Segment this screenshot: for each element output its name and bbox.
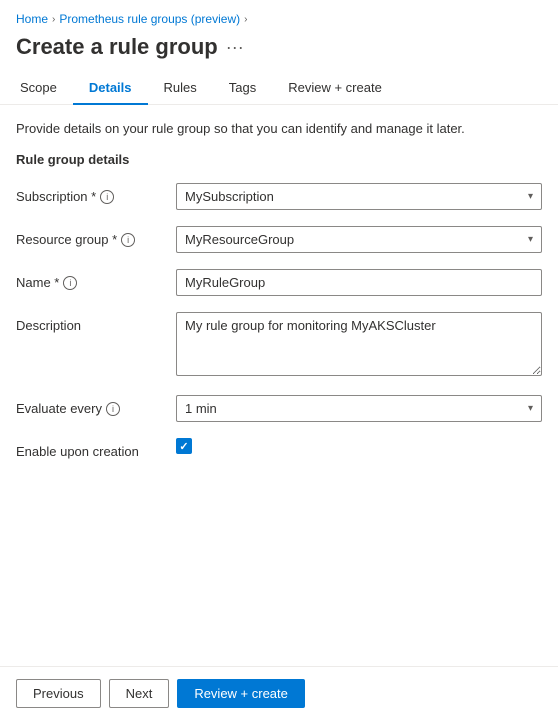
evaluate-field: Evaluate every i 1 min ▾ — [16, 395, 542, 422]
evaluate-control: 1 min ▾ — [176, 395, 542, 422]
breadcrumb-sep-1: › — [52, 14, 55, 25]
resource-group-info-icon[interactable]: i — [121, 233, 135, 247]
name-info-icon[interactable]: i — [63, 276, 77, 290]
resource-group-dropdown-arrow: ▾ — [528, 234, 533, 245]
page-header: Create a rule group ··· — [0, 30, 558, 72]
enable-checkbox-container: ✓ — [176, 438, 542, 454]
description-label: Description — [16, 312, 176, 333]
enable-control: ✓ — [176, 438, 542, 454]
tab-review-create[interactable]: Review + create — [272, 72, 398, 105]
breadcrumb-prometheus[interactable]: Prometheus rule groups (preview) — [59, 12, 240, 26]
evaluate-info-icon[interactable]: i — [106, 402, 120, 416]
subscription-info-icon[interactable]: i — [100, 190, 114, 204]
evaluate-value: 1 min — [185, 401, 217, 416]
enable-label: Enable upon creation — [16, 438, 176, 459]
review-create-button[interactable]: Review + create — [177, 679, 305, 708]
subscription-value: MySubscription — [185, 189, 274, 204]
tab-rules[interactable]: Rules — [148, 72, 213, 105]
tab-bar: Scope Details Rules Tags Review + create — [0, 72, 558, 105]
name-input[interactable] — [176, 269, 542, 296]
description-input[interactable]: My rule group for monitoring MyAKSCluste… — [176, 312, 542, 376]
resource-group-control: MyResourceGroup ▾ — [176, 226, 542, 253]
section-title: Rule group details — [16, 152, 542, 167]
info-text: Provide details on your rule group so th… — [16, 121, 542, 136]
evaluate-dropdown-arrow: ▾ — [528, 403, 533, 414]
name-field: Name * i — [16, 269, 542, 296]
resource-group-dropdown[interactable]: MyResourceGroup ▾ — [176, 226, 542, 253]
page-title: Create a rule group — [16, 34, 218, 60]
tab-scope[interactable]: Scope — [16, 72, 73, 105]
breadcrumb: Home › Prometheus rule groups (preview) … — [0, 0, 558, 30]
tab-tags[interactable]: Tags — [213, 72, 272, 105]
subscription-dropdown-arrow: ▾ — [528, 191, 533, 202]
resource-group-label: Resource group * i — [16, 226, 176, 247]
tab-details[interactable]: Details — [73, 72, 148, 105]
previous-button[interactable]: Previous — [16, 679, 101, 708]
subscription-control: MySubscription ▾ — [176, 183, 542, 210]
name-label: Name * i — [16, 269, 176, 290]
resource-group-value: MyResourceGroup — [185, 232, 294, 247]
content-area: Provide details on your rule group so th… — [0, 105, 558, 491]
subscription-label: Subscription * i — [16, 183, 176, 204]
subscription-dropdown[interactable]: MySubscription ▾ — [176, 183, 542, 210]
more-options-icon[interactable]: ··· — [226, 37, 244, 58]
breadcrumb-home[interactable]: Home — [16, 12, 48, 26]
next-button[interactable]: Next — [109, 679, 170, 708]
name-control — [176, 269, 542, 296]
resource-group-field: Resource group * i MyResourceGroup ▾ — [16, 226, 542, 253]
checkbox-check-icon: ✓ — [179, 440, 188, 453]
description-field: Description My rule group for monitoring… — [16, 312, 542, 379]
evaluate-dropdown[interactable]: 1 min ▾ — [176, 395, 542, 422]
evaluate-label: Evaluate every i — [16, 395, 176, 416]
enable-field: Enable upon creation ✓ — [16, 438, 542, 459]
enable-checkbox[interactable]: ✓ — [176, 438, 192, 454]
subscription-field: Subscription * i MySubscription ▾ — [16, 183, 542, 210]
description-control: My rule group for monitoring MyAKSCluste… — [176, 312, 542, 379]
footer: Previous Next Review + create — [0, 666, 558, 720]
breadcrumb-sep-2: › — [244, 14, 247, 25]
